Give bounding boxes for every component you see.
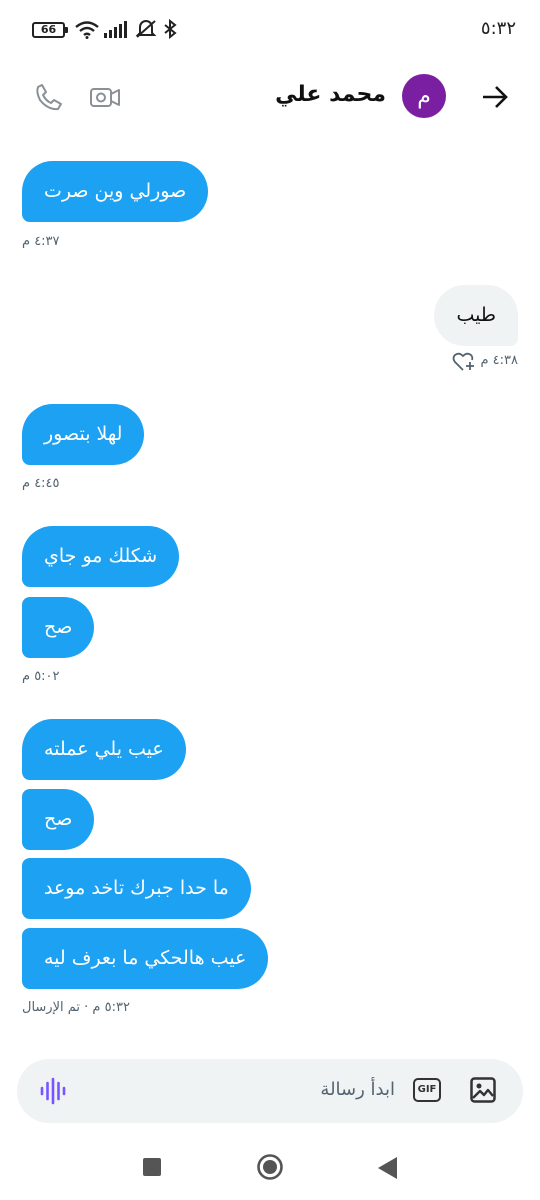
message-timestamp: ٤:٣٧ م [22, 234, 60, 249]
message-timestamp: ٤:٤٥ م [22, 476, 60, 491]
vibrate-off-icon [135, 20, 157, 38]
message-input[interactable]: ابدأ رسالة [320, 1079, 395, 1100]
message-composer[interactable]: ابدأ رسالة GIF [17, 1059, 523, 1123]
conversation-header: محمد علي م [0, 64, 540, 128]
home-icon[interactable] [256, 1153, 284, 1181]
message-bubble[interactable]: عيب يلي عملته [22, 719, 186, 780]
add-image-button[interactable] [469, 1076, 497, 1108]
voice-message-button[interactable] [39, 1077, 67, 1109]
dm-conversation-screen: 66 ٥:٣٢ محمد علي م صورلي وين صرت ٤:٣٧ م … [0, 0, 540, 1200]
message-bubble[interactable]: ما حدا جبرك تاخد موعد [22, 858, 251, 919]
message-timestamp: ٥:٠٢ م [22, 669, 60, 684]
wifi-icon [75, 21, 99, 39]
video-call-icon [90, 88, 120, 107]
voice-icon [40, 1077, 66, 1105]
image-icon [470, 1077, 496, 1103]
message-bubble[interactable]: صح [22, 597, 95, 658]
video-call-button[interactable] [88, 80, 122, 114]
contact-name[interactable]: محمد علي [275, 82, 386, 107]
phone-call-button[interactable] [32, 80, 66, 114]
message-bubble[interactable]: صح [22, 789, 95, 850]
add-reaction-icon[interactable] [452, 351, 476, 373]
message-timestamp: ٥:٣٢ م · تم الإرسال [22, 1000, 130, 1015]
message-bubble[interactable]: لهلا بتصور [22, 404, 145, 465]
message-bubble[interactable]: طيب [434, 285, 518, 346]
message-bubble[interactable]: صورلي وين صرت [22, 161, 209, 222]
avatar[interactable]: م [402, 74, 446, 118]
message-timestamp: ٤:٣٨ م [480, 353, 518, 368]
back-arrow-icon [483, 86, 508, 108]
bluetooth-icon [164, 19, 177, 39]
status-bar: 66 ٥:٣٢ [0, 0, 540, 60]
back-button[interactable] [478, 80, 512, 114]
signal-icon [104, 21, 127, 38]
navigation-bar [0, 1140, 540, 1200]
battery-indicator: 66 [32, 22, 68, 38]
phone-call-icon [36, 84, 62, 111]
gif-icon: GIF [417, 1084, 437, 1095]
clock: ٥:٣٢ [480, 18, 516, 39]
message-bubble[interactable]: عيب هالحكي ما بعرف ليه [22, 928, 269, 989]
message-bubble[interactable]: شكلك مو جاي [22, 526, 180, 587]
gif-button[interactable]: GIF [413, 1078, 441, 1102]
recents-icon[interactable] [142, 1157, 162, 1177]
back-icon[interactable] [377, 1156, 399, 1180]
